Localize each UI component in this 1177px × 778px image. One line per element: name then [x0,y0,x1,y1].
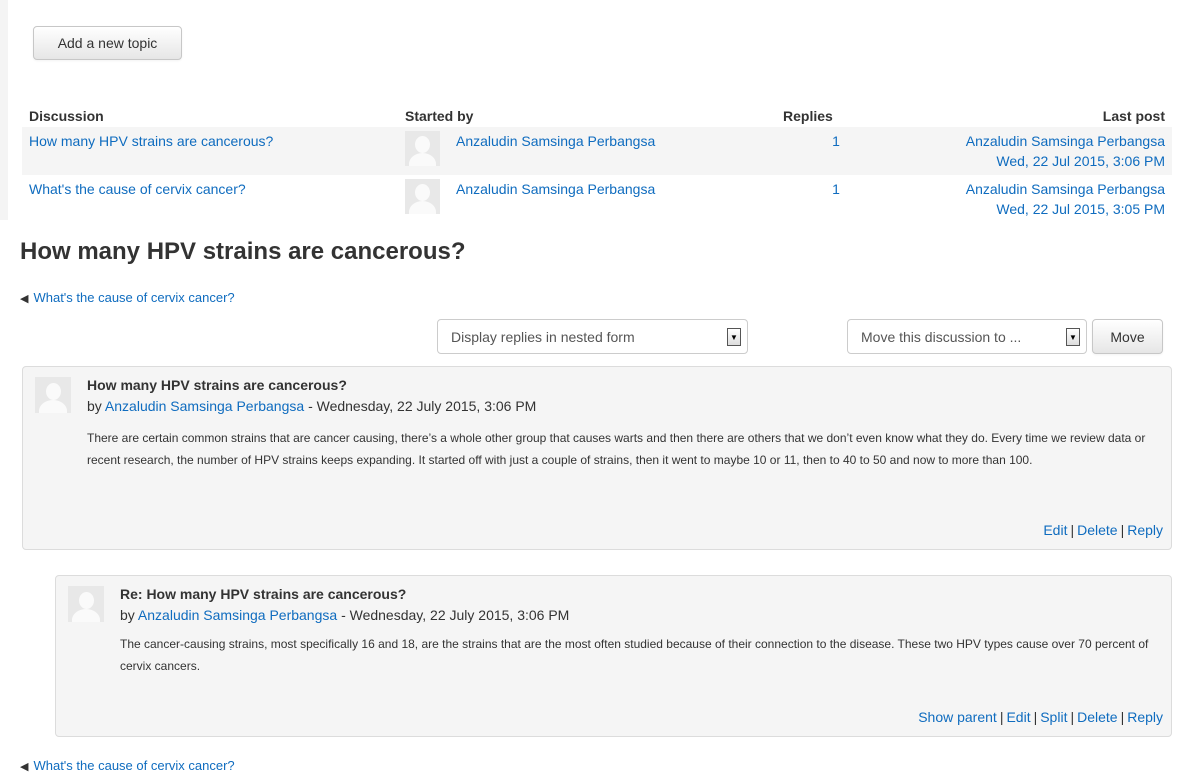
display-mode-value: Display replies in nested form [451,328,635,345]
last-post-cell: Anzaludin Samsinga Perbangsa Wed, 22 Jul… [896,175,1172,223]
last-post-date-link[interactable]: Wed, 22 Jul 2015, 3:06 PM [996,153,1165,169]
header-discussion: Discussion [29,108,104,124]
discussion-title: How many HPV strains are cancerous? [20,238,466,265]
move-discussion-value: Move this discussion to ... [861,328,1022,345]
user-avatar-icon[interactable] [68,586,104,622]
user-avatar-icon[interactable] [405,179,440,214]
delete-link[interactable]: Delete [1077,522,1117,538]
starter-name-link[interactable]: Anzaludin Samsinga Perbangsa [456,131,655,151]
post-content: The cancer-causing strains, most specifi… [120,637,1149,673]
triangle-left-icon: ◀ [20,761,29,773]
forum-post-reply: Re: How many HPV strains are cancerous? … [55,575,1172,737]
header-replies: Replies [783,108,833,124]
user-avatar-icon[interactable] [35,377,71,413]
byline-prefix: by [87,398,102,414]
starter-name-link[interactable]: Anzaludin Samsinga Perbangsa [456,179,655,199]
prev-discussion-nav-bottom: ◀ What's the cause of cervix cancer? [20,758,235,773]
replies-count-link[interactable]: 1 [832,133,840,149]
triangle-left-icon: ◀ [20,293,29,305]
discussion-list-header: Discussion Started by Replies Last post [22,105,1172,127]
post-commands: Edit | Delete | Reply [1043,522,1163,538]
replies-cell: 1 [776,175,896,223]
topic-link[interactable]: How many HPV strains are cancerous? [29,133,273,149]
last-post-author-link[interactable]: Anzaludin Samsinga Perbangsa [966,181,1165,197]
topic-link[interactable]: What's the cause of cervix cancer? [29,181,246,197]
post-byline: by Anzaludin Samsinga Perbangsa - Wednes… [120,607,569,623]
header-last-post: Last post [1102,108,1165,124]
add-new-topic-button[interactable]: Add a new topic [33,26,182,60]
started-by-cell: Anzaludin Samsinga Perbangsa [398,175,776,223]
user-avatar-icon[interactable] [405,131,440,166]
left-border-rule [0,0,8,220]
display-mode-select[interactable]: Display replies in nested form ▼ [437,319,748,354]
split-link[interactable]: Split [1040,709,1067,725]
last-post-author-link[interactable]: Anzaludin Samsinga Perbangsa [966,133,1165,149]
edit-link[interactable]: Edit [1006,709,1030,725]
reply-link[interactable]: Reply [1127,709,1163,725]
header-started-by: Started by [405,108,474,124]
last-post-date-link[interactable]: Wed, 22 Jul 2015, 3:05 PM [996,201,1165,217]
post-subject: How many HPV strains are cancerous? [87,377,347,393]
started-by-cell: Anzaludin Samsinga Perbangsa [398,127,776,175]
forum-post: How many HPV strains are cancerous? by A… [22,366,1172,550]
table-row: What's the cause of cervix cancer? Anzal… [22,175,1172,223]
post-author-link[interactable]: Anzaludin Samsinga Perbangsa [138,607,337,623]
edit-link[interactable]: Edit [1043,522,1067,538]
topic-cell: What's the cause of cervix cancer? [22,175,398,223]
move-discussion-select[interactable]: Move this discussion to ... ▼ [847,319,1087,354]
replies-cell: 1 [776,127,896,175]
post-date: - Wednesday, 22 July 2015, 3:06 PM [308,398,537,414]
show-parent-link[interactable]: Show parent [918,709,997,725]
post-subject: Re: How many HPV strains are cancerous? [120,586,407,602]
prev-discussion-nav: ◀ What's the cause of cervix cancer? [20,290,235,305]
post-commands: Show parent | Edit | Split | Delete | Reply [918,709,1163,725]
chevron-down-icon[interactable]: ▼ [1066,328,1080,346]
topic-cell: How many HPV strains are cancerous? [22,127,398,175]
chevron-down-icon[interactable]: ▼ [727,328,741,346]
post-content: There are certain common strains that ar… [87,431,1146,467]
post-byline: by Anzaludin Samsinga Perbangsa - Wednes… [87,398,536,414]
byline-prefix: by [120,607,135,623]
prev-discussion-link[interactable]: What's the cause of cervix cancer? [33,758,234,773]
reply-link[interactable]: Reply [1127,522,1163,538]
post-date: - Wednesday, 22 July 2015, 3:06 PM [341,607,570,623]
post-author-link[interactable]: Anzaludin Samsinga Perbangsa [105,398,304,414]
delete-link[interactable]: Delete [1077,709,1117,725]
prev-discussion-link[interactable]: What's the cause of cervix cancer? [33,290,234,305]
last-post-cell: Anzaludin Samsinga Perbangsa Wed, 22 Jul… [896,127,1172,175]
table-row: How many HPV strains are cancerous? Anza… [22,127,1172,175]
move-button[interactable]: Move [1092,319,1163,354]
replies-count-link[interactable]: 1 [832,181,840,197]
discussion-list-table: Discussion Started by Replies Last post … [22,105,1172,223]
